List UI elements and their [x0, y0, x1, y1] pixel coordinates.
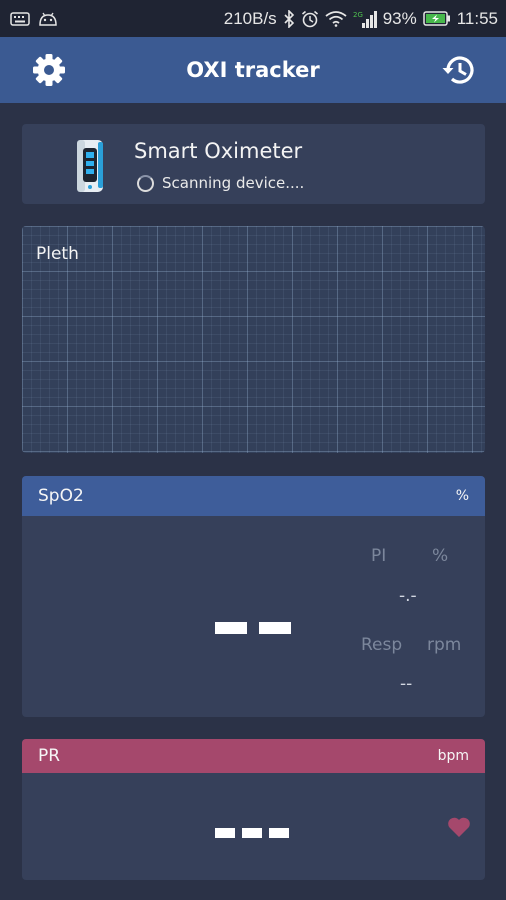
status-bar: 210B/s 2G 93% 11:55	[0, 0, 506, 37]
keyboard-icon	[10, 9, 30, 29]
bluetooth-icon	[283, 9, 295, 29]
settings-button[interactable]	[30, 51, 68, 89]
battery-percent: 93%	[382, 8, 417, 28]
wifi-icon	[325, 9, 347, 29]
pr-header: PR bpm	[22, 739, 485, 773]
spo2-card: SpO2 % PI % -.- Resp rpm --	[22, 476, 485, 717]
clock: 11:55	[456, 8, 498, 28]
pi-label: PI	[371, 546, 387, 566]
device-name: Smart Oximeter	[134, 139, 303, 163]
spo2-header: SpO2 %	[22, 476, 485, 516]
resp-value: --	[400, 674, 413, 694]
loading-spinner-icon	[137, 174, 154, 192]
pr-value-dash	[215, 828, 235, 838]
heart-icon	[447, 816, 471, 842]
pr-value-dash	[242, 828, 262, 838]
android-debug-icon	[38, 9, 58, 29]
gear-icon	[32, 53, 66, 87]
pi-unit: %	[432, 546, 449, 566]
pr-title: PR	[38, 746, 61, 766]
resp-label: Resp	[361, 635, 403, 655]
pr-unit: bpm	[437, 748, 469, 764]
spo2-value-dash	[215, 622, 247, 634]
net-speed: 210B/s	[223, 8, 277, 28]
app-bar: OXI tracker	[0, 37, 506, 103]
battery-charging-icon	[422, 9, 451, 29]
scan-status-text: Scanning device....	[162, 174, 305, 192]
svg-text:2G: 2G	[353, 11, 363, 19]
resp-unit: rpm	[427, 635, 462, 655]
spo2-unit: %	[455, 488, 469, 504]
pr-value-dash	[269, 828, 289, 838]
pleth-waveform-panel: Pleth	[22, 226, 485, 453]
alarm-icon	[301, 9, 319, 29]
history-icon	[441, 53, 477, 87]
spo2-value-dash	[259, 622, 291, 634]
cellular-signal-icon: 2G	[353, 9, 377, 29]
pi-value: -.-	[399, 586, 417, 606]
spo2-title: SpO2	[38, 486, 84, 506]
device-card[interactable]: Smart Oximeter Scanning device....	[22, 124, 485, 204]
pleth-label: Pleth	[36, 244, 79, 264]
oximeter-device-icon	[62, 134, 122, 194]
history-button[interactable]	[440, 51, 478, 89]
app-title: OXI tracker	[186, 58, 320, 82]
scan-status: Scanning device....	[137, 174, 304, 192]
pulse-rate-card: PR bpm	[22, 739, 485, 880]
